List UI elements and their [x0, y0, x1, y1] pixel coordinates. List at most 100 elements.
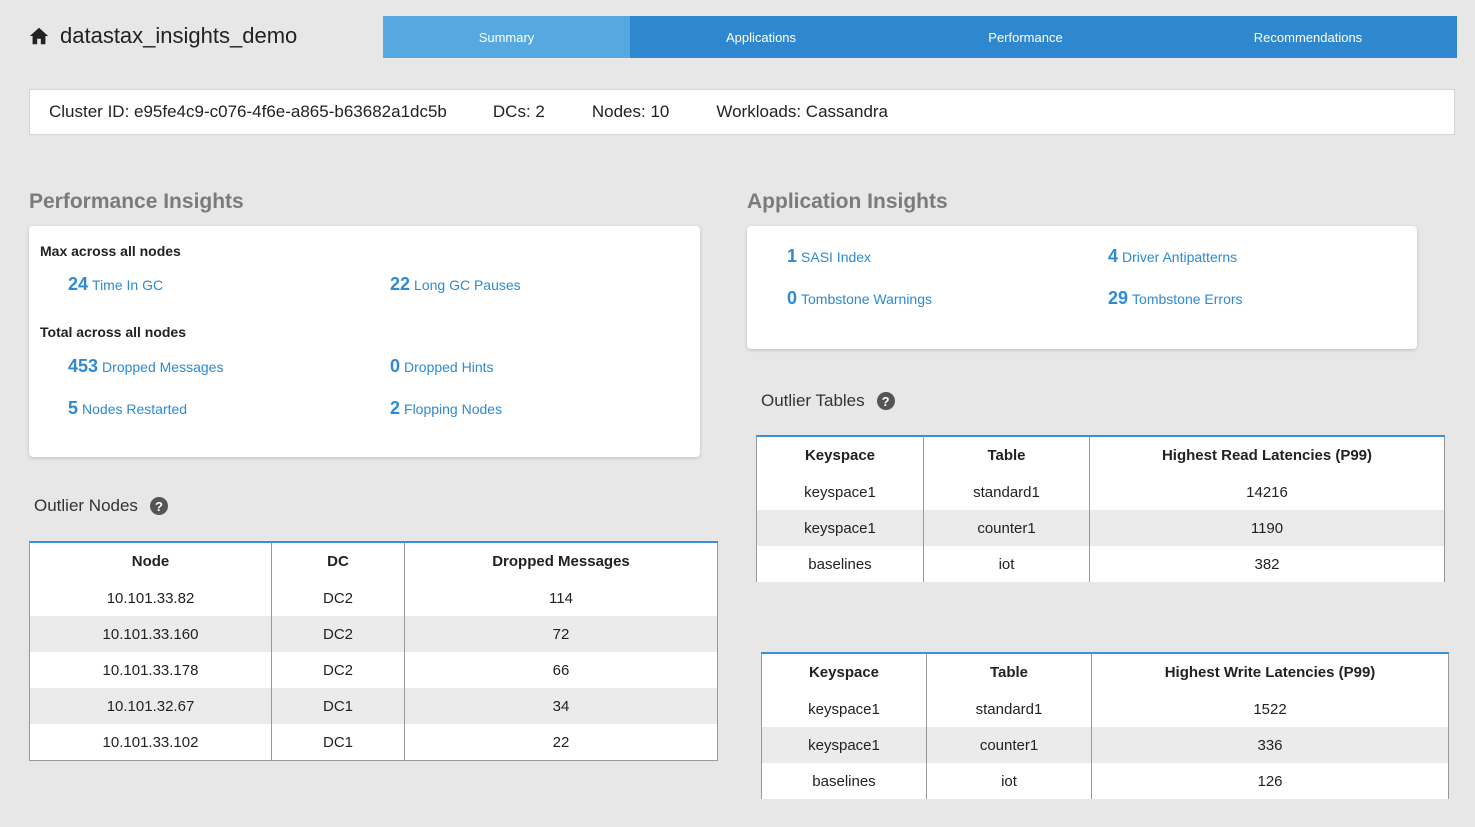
sasi-value: 1 — [787, 246, 798, 266]
tombstone-errors-link[interactable]: 29 Tombstone Errors — [1108, 288, 1243, 309]
app-title: datastax_insights_demo — [60, 23, 298, 48]
table-cell: counter1 — [923, 510, 1090, 546]
tab-applications[interactable]: Applications — [630, 16, 892, 58]
node-cell: 10.101.32.67 — [29, 688, 272, 724]
column-header-table[interactable]: Table — [923, 436, 1090, 474]
table-row[interactable]: baselines iot 126 — [761, 763, 1449, 799]
dropped-hints-link[interactable]: 0 Dropped Hints — [390, 356, 494, 377]
nodes-restarted-label: Nodes Restarted — [82, 401, 188, 417]
application-insights-card: 1 SASI Index 4 Driver Antipatterns 0 Tombst… — [747, 226, 1417, 349]
outlier-nodes-table: Node DC Dropped Messages 10.101.33.82 DC… — [29, 541, 718, 761]
long-gc-pauses-link[interactable]: 22 Long GC Pauses — [390, 274, 521, 295]
keyspace-cell: baselines — [756, 546, 924, 582]
table-row[interactable]: 10.101.33.178 DC2 66 — [29, 652, 718, 688]
outlier-tables-header: Outlier Tables ? — [761, 391, 895, 411]
column-header-write-latency[interactable]: Highest Write Latencies (P99) — [1091, 653, 1449, 691]
dc-cell: DC2 — [271, 580, 405, 616]
cluster-nodes: Nodes: 10 — [591, 102, 670, 121]
latency-cell: 14216 — [1089, 474, 1445, 510]
dropped-hints-label: Dropped Hints — [404, 359, 494, 375]
dropped-cell: 34 — [404, 688, 718, 724]
nodes-restarted-link[interactable]: 5 Nodes Restarted — [68, 398, 187, 419]
table-cell: standard1 — [926, 691, 1092, 727]
dc-cell: DC1 — [271, 688, 405, 724]
table-cell: iot — [923, 546, 1090, 582]
table-row[interactable]: keyspace1 counter1 1190 — [756, 510, 1445, 546]
cluster-workloads: Workloads: Cassandra — [716, 102, 889, 121]
time-in-gc-label: Time In GC — [92, 277, 164, 293]
table-row[interactable]: keyspace1 counter1 336 — [761, 727, 1449, 763]
time-in-gc-link[interactable]: 24 Time In GC — [68, 274, 163, 295]
latency-cell: 336 — [1091, 727, 1449, 763]
tomb-err-value: 29 — [1108, 288, 1129, 308]
read-latency-table: Keyspace Table Highest Read Latencies (P… — [756, 435, 1445, 582]
help-icon[interactable]: ? — [876, 392, 895, 410]
table-row[interactable]: keyspace1 standard1 14216 — [756, 474, 1445, 510]
latency-cell: 382 — [1089, 546, 1445, 582]
column-header-dc[interactable]: DC — [271, 542, 405, 580]
dc-cell: DC2 — [271, 616, 405, 652]
tomb-warn-value: 0 — [787, 288, 798, 308]
dc-cell: DC2 — [271, 652, 405, 688]
keyspace-cell: keyspace1 — [761, 691, 927, 727]
column-header-read-latency[interactable]: Highest Read Latencies (P99) — [1089, 436, 1445, 474]
dropped-messages-value: 453 — [68, 356, 99, 376]
total-across-title: Total across all nodes — [40, 324, 187, 340]
keyspace-cell: keyspace1 — [761, 727, 927, 763]
table-cell: iot — [926, 763, 1092, 799]
dc-cell: DC1 — [271, 724, 405, 761]
brand[interactable]: datastax_insights_demo — [28, 20, 297, 52]
node-cell: 10.101.33.160 — [29, 616, 272, 652]
performance-insights-card: Max across all nodes 24 Time In GC 22 Long… — [29, 226, 700, 457]
dropped-cell: 22 — [404, 724, 718, 761]
driver-antipatterns-link[interactable]: 4 Driver Antipatterns — [1108, 246, 1237, 267]
table-header-row: Keyspace Table Highest Read Latencies (P… — [756, 436, 1445, 474]
nodes-restarted-value: 5 — [68, 398, 79, 418]
dropped-messages-label: Dropped Messages — [102, 359, 224, 375]
write-latency-table: Keyspace Table Highest Write Latencies (… — [761, 652, 1449, 799]
table-row[interactable]: 10.101.33.82 DC2 114 — [29, 580, 718, 616]
tab-recommendations[interactable]: Recommendations — [1159, 16, 1457, 58]
table-row[interactable]: 10.101.32.67 DC1 34 — [29, 688, 718, 724]
driver-label: Driver Antipatterns — [1122, 249, 1238, 265]
table-row[interactable]: keyspace1 standard1 1522 — [761, 691, 1449, 727]
dropped-cell: 66 — [404, 652, 718, 688]
sasi-index-link[interactable]: 1 SASI Index — [787, 246, 871, 267]
latency-cell: 126 — [1091, 763, 1449, 799]
performance-insights-title: Performance Insights — [29, 190, 244, 213]
tombstone-warnings-link[interactable]: 0 Tombstone Warnings — [787, 288, 932, 309]
dropped-hints-value: 0 — [390, 356, 401, 376]
column-header-table[interactable]: Table — [926, 653, 1092, 691]
tab-performance[interactable]: Performance — [892, 16, 1159, 58]
column-header-keyspace[interactable]: Keyspace — [756, 436, 924, 474]
long-gc-label: Long GC Pauses — [414, 277, 521, 293]
table-row[interactable]: 10.101.33.102 DC1 22 — [29, 724, 718, 761]
time-in-gc-value: 24 — [68, 274, 89, 294]
column-header-keyspace[interactable]: Keyspace — [761, 653, 927, 691]
table-row[interactable]: 10.101.33.160 DC2 72 — [29, 616, 718, 652]
tomb-warn-label: Tombstone Warnings — [801, 291, 932, 307]
latency-cell: 1522 — [1091, 691, 1449, 727]
driver-value: 4 — [1108, 246, 1119, 266]
outlier-nodes-title: Outlier Nodes — [34, 496, 138, 515]
long-gc-value: 22 — [390, 274, 411, 294]
table-header-row: Node DC Dropped Messages — [29, 542, 718, 580]
table-row[interactable]: baselines iot 382 — [756, 546, 1445, 582]
cluster-id: Cluster ID: e95fe4c9-c076-4f6e-a865-b636… — [49, 102, 447, 121]
main-tabs: Summary Applications Performance Recomme… — [383, 16, 1457, 58]
help-icon[interactable]: ? — [149, 497, 168, 515]
flopping-nodes-link[interactable]: 2 Flopping Nodes — [390, 398, 502, 419]
application-insights-title: Application Insights — [747, 190, 948, 213]
cluster-info-bar: Cluster ID: e95fe4c9-c076-4f6e-a865-b636… — [29, 89, 1455, 135]
table-cell: counter1 — [926, 727, 1092, 763]
table-cell: standard1 — [923, 474, 1090, 510]
dropped-messages-link[interactable]: 453 Dropped Messages — [68, 356, 223, 377]
column-header-dropped-messages[interactable]: Dropped Messages — [404, 542, 718, 580]
column-header-node[interactable]: Node — [29, 542, 272, 580]
outlier-nodes-header: Outlier Nodes ? — [34, 496, 168, 516]
tab-summary[interactable]: Summary — [383, 16, 630, 58]
tomb-err-label: Tombstone Errors — [1132, 291, 1243, 307]
node-cell: 10.101.33.102 — [29, 724, 272, 761]
keyspace-cell: baselines — [761, 763, 927, 799]
table-header-row: Keyspace Table Highest Write Latencies (… — [761, 653, 1449, 691]
